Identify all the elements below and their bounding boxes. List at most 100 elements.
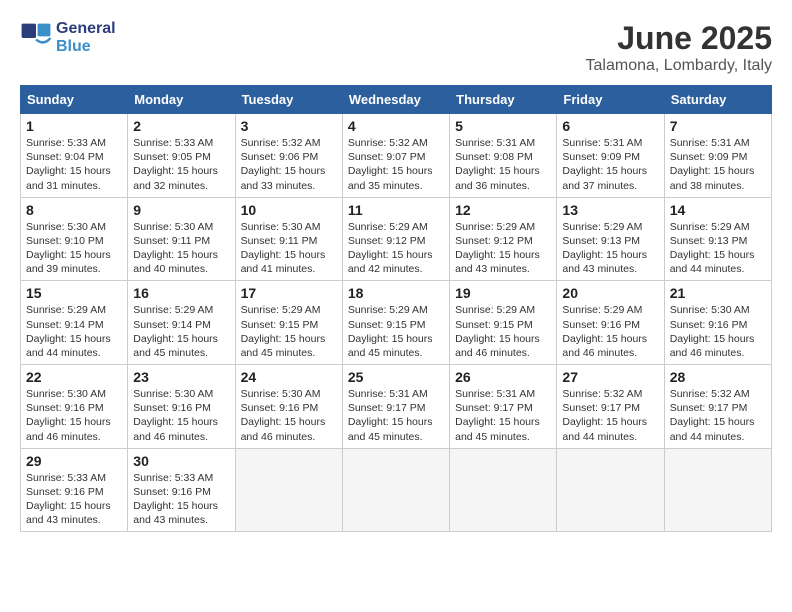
- calendar-cell: [342, 448, 449, 532]
- day-number: 3: [241, 118, 337, 134]
- day-info: Sunrise: 5:31 AM Sunset: 9:17 PM Dayligh…: [348, 387, 444, 444]
- calendar-cell: 11 Sunrise: 5:29 AM Sunset: 9:12 PM Dayli…: [342, 197, 449, 281]
- day-number: 7: [670, 118, 766, 134]
- day-info: Sunrise: 5:29 AM Sunset: 9:14 PM Dayligh…: [26, 303, 122, 360]
- calendar-cell: 1Sunrise: 5:33 AM Sunset: 9:04 PM Daylig…: [21, 114, 128, 198]
- calendar-body: 1Sunrise: 5:33 AM Sunset: 9:04 PM Daylig…: [21, 114, 772, 532]
- calendar-cell: 24Sunrise: 5:30 AM Sunset: 9:16 PM Dayli…: [235, 365, 342, 449]
- day-info: Sunrise: 5:33 AM Sunset: 9:16 PM Dayligh…: [133, 471, 229, 528]
- day-info: Sunrise: 5:29 AM Sunset: 9:15 PM Dayligh…: [241, 303, 337, 360]
- calendar-week-row: 22 Sunrise: 5:30 AM Sunset: 9:16 PM Dayli…: [21, 365, 772, 449]
- weekday-cell: Saturday: [664, 86, 771, 114]
- weekday-cell: Monday: [128, 86, 235, 114]
- calendar: SundayMondayTuesdayWednesdayThursdayFrid…: [20, 85, 772, 532]
- day-number: 29: [26, 453, 122, 469]
- day-number: 11: [348, 202, 444, 218]
- calendar-cell: 7 Sunrise: 5:31 AM Sunset: 9:09 PM Daylig…: [664, 114, 771, 198]
- calendar-cell: 27Sunrise: 5:32 AM Sunset: 9:17 PM Dayli…: [557, 365, 664, 449]
- day-number: 12: [455, 202, 551, 218]
- day-info: Sunrise: 5:30 AM Sunset: 9:16 PM Dayligh…: [670, 303, 766, 360]
- day-number: 22: [26, 369, 122, 385]
- calendar-cell: 30 Sunrise: 5:33 AM Sunset: 9:16 PM Dayli…: [128, 448, 235, 532]
- calendar-week-row: 29 Sunrise: 5:33 AM Sunset: 9:16 PM Dayli…: [21, 448, 772, 532]
- weekday-cell: Wednesday: [342, 86, 449, 114]
- calendar-cell: 15 Sunrise: 5:29 AM Sunset: 9:14 PM Dayli…: [21, 281, 128, 365]
- day-number: 8: [26, 202, 122, 218]
- calendar-cell: 6Sunrise: 5:31 AM Sunset: 9:09 PM Daylig…: [557, 114, 664, 198]
- calendar-cell: 25Sunrise: 5:31 AM Sunset: 9:17 PM Dayli…: [342, 365, 449, 449]
- day-number: 20: [562, 285, 658, 301]
- day-number: 18: [348, 285, 444, 301]
- day-number: 10: [241, 202, 337, 218]
- calendar-cell: 8 Sunrise: 5:30 AM Sunset: 9:10 PM Daylig…: [21, 197, 128, 281]
- calendar-cell: 9 Sunrise: 5:30 AM Sunset: 9:11 PM Daylig…: [128, 197, 235, 281]
- weekday-cell: Tuesday: [235, 86, 342, 114]
- calendar-cell: 23 Sunrise: 5:30 AM Sunset: 9:16 PM Dayli…: [128, 365, 235, 449]
- day-info: Sunrise: 5:30 AM Sunset: 9:10 PM Dayligh…: [26, 220, 122, 277]
- day-info: Sunrise: 5:30 AM Sunset: 9:16 PM Dayligh…: [26, 387, 122, 444]
- day-info: Sunrise: 5:31 AM Sunset: 9:09 PM Dayligh…: [670, 136, 766, 193]
- day-info: Sunrise: 5:29 AM Sunset: 9:13 PM Dayligh…: [562, 220, 658, 277]
- calendar-cell: 14 Sunrise: 5:29 AM Sunset: 9:13 PM Dayli…: [664, 197, 771, 281]
- calendar-cell: [557, 448, 664, 532]
- day-number: 13: [562, 202, 658, 218]
- logo: General Blue: [20, 20, 116, 55]
- calendar-cell: 28 Sunrise: 5:32 AM Sunset: 9:17 PM Dayli…: [664, 365, 771, 449]
- day-number: 15: [26, 285, 122, 301]
- day-info: Sunrise: 5:33 AM Sunset: 9:05 PM Dayligh…: [133, 136, 229, 193]
- day-info: Sunrise: 5:31 AM Sunset: 9:17 PM Dayligh…: [455, 387, 551, 444]
- calendar-cell: 20Sunrise: 5:29 AM Sunset: 9:16 PM Dayli…: [557, 281, 664, 365]
- calendar-cell: 26 Sunrise: 5:31 AM Sunset: 9:17 PM Dayli…: [450, 365, 557, 449]
- title-area: June 2025 Talamona, Lombardy, Italy: [586, 20, 772, 75]
- calendar-cell: 17 Sunrise: 5:29 AM Sunset: 9:15 PM Dayli…: [235, 281, 342, 365]
- calendar-cell: 16 Sunrise: 5:29 AM Sunset: 9:14 PM Dayli…: [128, 281, 235, 365]
- header: General Blue June 2025 Talamona, Lombard…: [20, 20, 772, 75]
- logo-text: General Blue: [56, 20, 116, 55]
- calendar-cell: [664, 448, 771, 532]
- day-number: 30: [133, 453, 229, 469]
- weekday-cell: Sunday: [21, 86, 128, 114]
- logo-icon: [20, 22, 52, 54]
- day-info: Sunrise: 5:29 AM Sunset: 9:14 PM Dayligh…: [133, 303, 229, 360]
- day-info: Sunrise: 5:30 AM Sunset: 9:11 PM Dayligh…: [133, 220, 229, 277]
- day-number: 17: [241, 285, 337, 301]
- day-number: 2: [133, 118, 229, 134]
- day-info: Sunrise: 5:30 AM Sunset: 9:16 PM Dayligh…: [133, 387, 229, 444]
- calendar-cell: 21 Sunrise: 5:30 AM Sunset: 9:16 PM Dayli…: [664, 281, 771, 365]
- location-title: Talamona, Lombardy, Italy: [586, 57, 772, 75]
- calendar-cell: 3 Sunrise: 5:32 AM Sunset: 9:06 PM Daylig…: [235, 114, 342, 198]
- day-number: 4: [348, 118, 444, 134]
- calendar-week-row: 15 Sunrise: 5:29 AM Sunset: 9:14 PM Dayli…: [21, 281, 772, 365]
- calendar-week-row: 8 Sunrise: 5:30 AM Sunset: 9:10 PM Daylig…: [21, 197, 772, 281]
- day-number: 21: [670, 285, 766, 301]
- calendar-cell: 18 Sunrise: 5:29 AM Sunset: 9:15 PM Dayli…: [342, 281, 449, 365]
- day-number: 1: [26, 118, 122, 134]
- calendar-cell: [450, 448, 557, 532]
- day-info: Sunrise: 5:32 AM Sunset: 9:17 PM Dayligh…: [670, 387, 766, 444]
- calendar-cell: 2 Sunrise: 5:33 AM Sunset: 9:05 PM Daylig…: [128, 114, 235, 198]
- day-info: Sunrise: 5:29 AM Sunset: 9:13 PM Dayligh…: [670, 220, 766, 277]
- day-number: 16: [133, 285, 229, 301]
- day-info: Sunrise: 5:29 AM Sunset: 9:12 PM Dayligh…: [455, 220, 551, 277]
- calendar-cell: 12 Sunrise: 5:29 AM Sunset: 9:12 PM Dayli…: [450, 197, 557, 281]
- day-info: Sunrise: 5:32 AM Sunset: 9:06 PM Dayligh…: [241, 136, 337, 193]
- calendar-week-row: 1Sunrise: 5:33 AM Sunset: 9:04 PM Daylig…: [21, 114, 772, 198]
- day-number: 23: [133, 369, 229, 385]
- day-info: Sunrise: 5:29 AM Sunset: 9:15 PM Dayligh…: [455, 303, 551, 360]
- calendar-cell: 5Sunrise: 5:31 AM Sunset: 9:08 PM Daylig…: [450, 114, 557, 198]
- day-number: 19: [455, 285, 551, 301]
- day-number: 24: [241, 369, 337, 385]
- day-info: Sunrise: 5:29 AM Sunset: 9:15 PM Dayligh…: [348, 303, 444, 360]
- weekday-header: SundayMondayTuesdayWednesdayThursdayFrid…: [21, 86, 772, 114]
- calendar-cell: 4 Sunrise: 5:32 AM Sunset: 9:07 PM Daylig…: [342, 114, 449, 198]
- calendar-cell: 10Sunrise: 5:30 AM Sunset: 9:11 PM Dayli…: [235, 197, 342, 281]
- day-info: Sunrise: 5:33 AM Sunset: 9:16 PM Dayligh…: [26, 471, 122, 528]
- day-info: Sunrise: 5:29 AM Sunset: 9:12 PM Dayligh…: [348, 220, 444, 277]
- day-number: 28: [670, 369, 766, 385]
- day-number: 9: [133, 202, 229, 218]
- day-number: 14: [670, 202, 766, 218]
- day-number: 26: [455, 369, 551, 385]
- calendar-cell: 13 Sunrise: 5:29 AM Sunset: 9:13 PM Dayli…: [557, 197, 664, 281]
- day-info: Sunrise: 5:32 AM Sunset: 9:07 PM Dayligh…: [348, 136, 444, 193]
- weekday-cell: Thursday: [450, 86, 557, 114]
